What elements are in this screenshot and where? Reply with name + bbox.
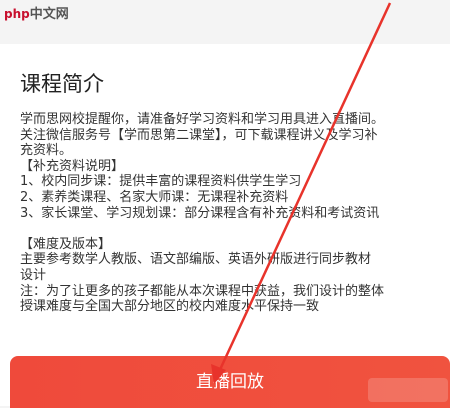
top-strip: php中文网 <box>0 0 450 44</box>
description-line: 3、家长课堂、学习规划课：部分课程含有补充资料和考试资讯 <box>20 205 380 221</box>
watermark-brand: php <box>4 7 30 21</box>
description-line: 1、校内同步课：提供丰富的课程资料供学生学习 <box>20 174 302 190</box>
description-line: 2、素养类课程、名家大师课：无课程补充资料 <box>20 189 289 205</box>
description-line: 充资料。 <box>20 143 73 159</box>
section-title: 课程简介 <box>20 72 104 96</box>
course-description: 学而思网校提醒你，请准备好学习资料和学习用具进入直播间。 关注微信服务号【学而思… <box>20 112 450 315</box>
description-line: 设计 <box>20 267 47 283</box>
description-line: 主要参考数学人教版、语文部编版、英语外研版进行同步教材 <box>20 252 372 268</box>
watermark-logo: php中文网 <box>4 3 69 22</box>
description-line: 注：为了让更多的孩子都能从本次课程中获益，我们设计的整体 <box>20 283 385 299</box>
description-line: 【难度及版本】 <box>20 236 112 252</box>
description-line: 【补充资料说明】 <box>20 158 125 174</box>
description-line: 学而思网校提醒你，请准备好学习资料和学习用具进入直播间。 <box>20 112 385 127</box>
description-line: 授课难度与全国大部分地区的校内难度水平保持一致 <box>20 299 320 315</box>
watermark-text: 中文网 <box>29 7 69 22</box>
description-line: 关注微信服务号【学而思第二课堂】，可下载课程讲义及学习补 <box>20 127 378 143</box>
watermark-blur <box>368 378 448 402</box>
